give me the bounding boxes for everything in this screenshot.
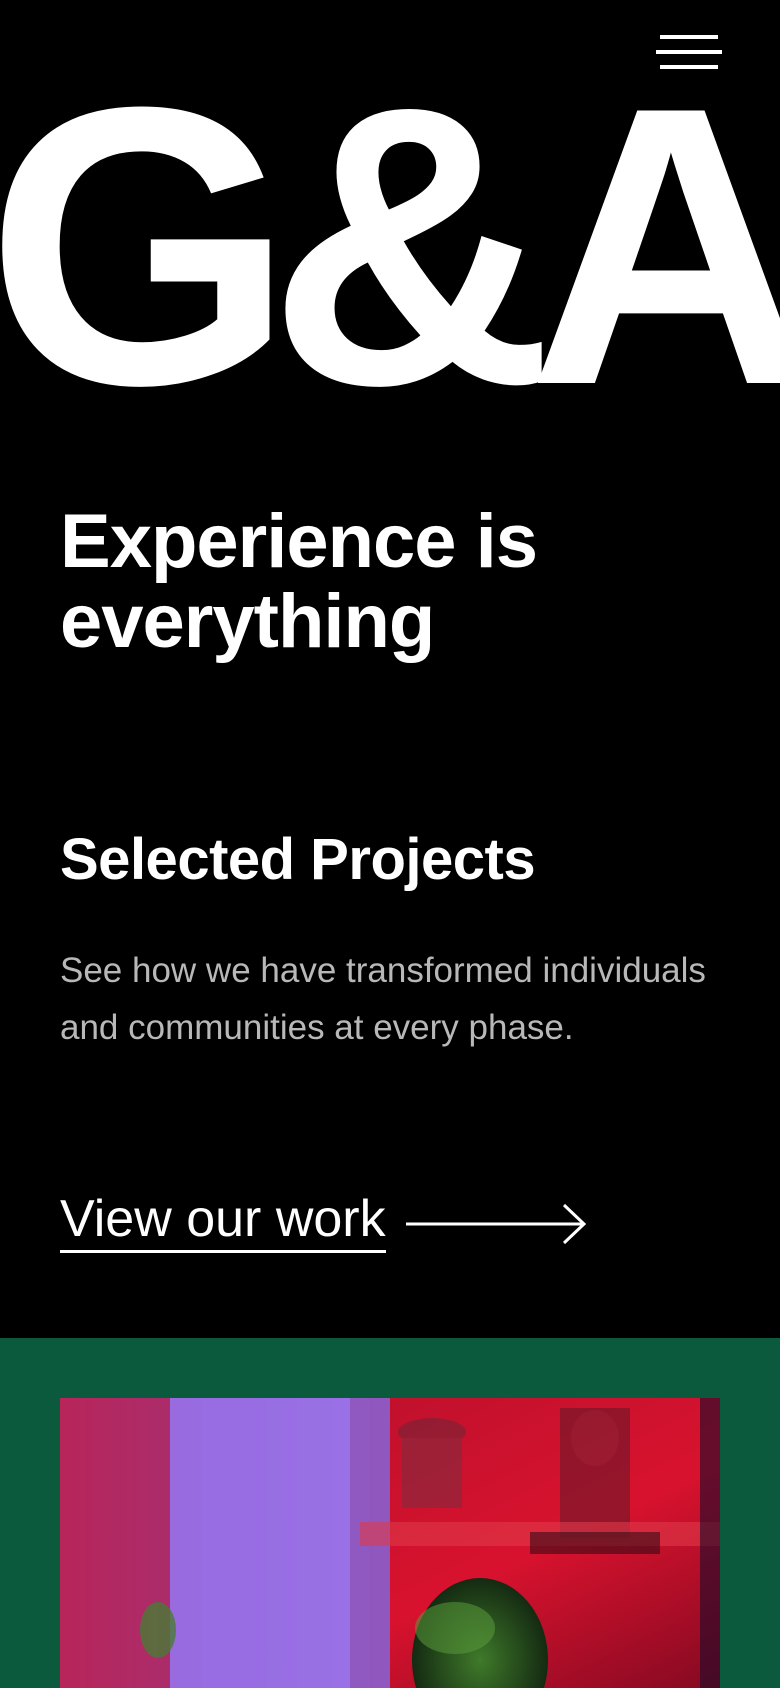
logo-text: G&A <box>0 60 780 400</box>
selected-projects-description: See how we have transformed individuals … <box>60 951 706 1047</box>
selected-projects-heading: Selected Projects <box>60 827 536 892</box>
project-photo[interactable] <box>60 1398 720 1688</box>
long-arrow-right-icon <box>405 1202 588 1246</box>
logo-wordmark: G&A <box>0 60 780 400</box>
hero-section: G&A Experience is everything Selected Pr… <box>0 0 780 1338</box>
brand-logo[interactable]: G&A <box>0 60 780 400</box>
view-our-work-link[interactable]: View our work <box>60 1190 588 1253</box>
featured-project-section <box>0 1338 780 1688</box>
hero-headline: Experience is everything <box>60 499 538 664</box>
view-our-work-label: View our work <box>60 1190 386 1253</box>
